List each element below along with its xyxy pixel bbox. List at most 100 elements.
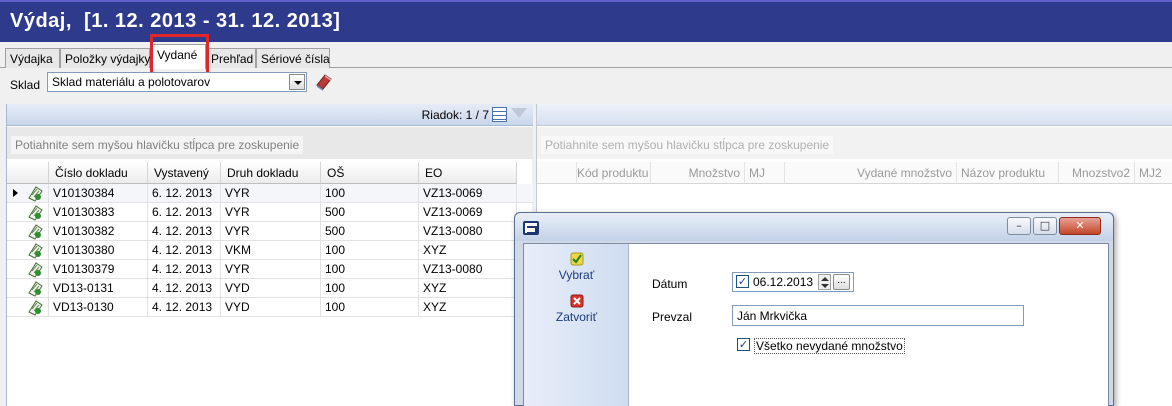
table-row[interactable]: V10130382 4. 12. 2013 VYR 500 VZ13-0080 [7,222,533,241]
table-row[interactable]: VD13-0130 4. 12. 2013 VYD 100 XYZ [7,298,533,317]
table-row[interactable]: V10130383 6. 12. 2013 VYR 500 VZ13-0069 [7,203,533,222]
app-icon [523,221,539,235]
column-header-mj[interactable]: MJ [745,162,785,184]
current-row-arrow-icon [13,189,18,197]
column-header-druh-dokladu[interactable]: Druh dokladu [221,162,321,184]
close-button[interactable]: ✕ [1059,217,1101,235]
cell-cislo-dokladu[interactable]: V10130380 [49,241,148,260]
grid-icon[interactable] [492,107,507,122]
close-circle-icon [570,294,583,308]
cell-cislo-dokladu[interactable]: VD13-0130 [49,298,148,317]
cell-os[interactable]: 100 [321,279,419,298]
cell-os[interactable]: 100 [321,184,419,203]
vydat-dialog: – □ ✕ Vybrať Zatvoriť Dátum ✓ 06.12.2013… [514,212,1114,406]
cell-os[interactable]: 500 [321,222,419,241]
table-row[interactable]: V10130379 4. 12. 2013 VYR 100 VZ13-0080 [7,260,533,279]
filter-icon[interactable] [511,108,527,118]
row-indicator [7,203,49,222]
column-header-vystaveny[interactable]: Vystavený [148,162,221,184]
tab-vydajka[interactable]: Výdajka [5,48,60,68]
vsetko-nevydane-checkbox[interactable]: ✓ [737,338,750,351]
cell-os[interactable]: 100 [321,241,419,260]
tab-seriove-cisla[interactable]: Sériové čísla [256,48,330,68]
cell-eo[interactable]: XYZ [419,241,517,260]
cell-os[interactable]: 100 [321,260,419,279]
cell-druh-dokladu[interactable]: VYR [221,260,321,279]
cell-cislo-dokladu[interactable]: V10130384 [49,184,148,203]
cell-eo[interactable]: VZ13-0069 [419,203,517,222]
vybrat-button[interactable]: Vybrať [524,252,629,282]
group-by-hint: Potiahnite sem myšou hlavičku stĺpca pre… [11,136,304,154]
tab-strip: Výdajka Položky výdajky Vydané Prehľad S… [0,44,1172,69]
cell-cislo-dokladu[interactable]: VD13-0131 [49,279,148,298]
tab-prehlad[interactable]: Prehľad [206,48,256,68]
cell-cislo-dokladu[interactable]: V10130379 [49,260,148,279]
zatvorit-button[interactable]: Zatvoriť [524,294,629,324]
cell-druh-dokladu[interactable]: VYR [221,203,321,222]
cell-vystaveny[interactable]: 6. 12. 2013 [148,184,221,203]
zatvorit-label: Zatvoriť [555,310,598,324]
dialog-title-bar[interactable]: – □ ✕ [515,213,1113,241]
cell-eo[interactable]: XYZ [419,298,517,317]
column-header-mj2[interactable]: MJ2 [1135,162,1172,184]
cell-os[interactable]: 500 [321,203,419,222]
table-row[interactable]: V10130384 6. 12. 2013 VYR 100 VZ13-0069 [7,184,533,203]
chevron-down-icon[interactable] [289,74,305,90]
items-grid-header [537,104,1172,126]
datum-ellipsis-button[interactable]: ... [833,274,850,290]
cell-vystaveny[interactable]: 4. 12. 2013 [148,222,221,241]
tab-vydane[interactable]: Vydané [152,44,206,69]
datum-checkbox[interactable]: ✓ [736,275,749,288]
check-icon [570,252,583,266]
tab-polozky-vydajky[interactable]: Položky výdajky [60,48,150,68]
cell-vystaveny[interactable]: 4. 12. 2013 [148,241,221,260]
cell-vystaveny[interactable]: 6. 12. 2013 [148,203,221,222]
cell-cislo-dokladu[interactable]: V10130382 [49,222,148,241]
column-header-indicator [7,162,49,184]
cell-os[interactable]: 100 [321,298,419,317]
row-indicator [7,279,49,298]
cell-eo[interactable]: XYZ [419,279,517,298]
column-header-os[interactable]: OŠ [321,162,419,184]
row-indicator [7,260,49,279]
column-header-kod-produktu[interactable]: Kód produktu [577,162,651,184]
minimize-button[interactable]: – [1007,217,1031,235]
row-indicator [7,241,49,260]
items-group-by-area[interactable]: Potiahnite sem myšou hlavičku stĺpca pre… [537,127,1172,159]
datum-spinner[interactable] [818,274,831,290]
row-indicator [7,298,49,317]
sklad-select-value: Sklad materiálu a polotovarov [52,75,211,89]
cell-eo[interactable]: VZ13-0080 [419,222,517,241]
column-header-eo[interactable]: EO [419,162,517,184]
cell-druh-dokladu[interactable]: VYD [221,279,321,298]
eraser-icon[interactable] [314,72,332,92]
column-header-nazov-produktu[interactable]: Názov produktu [957,162,1059,184]
sklad-select[interactable]: Sklad materiálu a polotovarov [47,72,307,92]
column-header-cislo-dokladu[interactable]: Číslo dokladu [49,162,148,184]
cell-vystaveny[interactable]: 4. 12. 2013 [148,298,221,317]
group-by-area[interactable]: Potiahnite sem myšou hlavičku stĺpca pre… [7,127,533,159]
maximize-button[interactable]: □ [1033,217,1057,235]
items-group-by-hint: Potiahnite sem myšou hlavičku stĺpca pre… [541,136,834,154]
vybrat-label: Vybrať [558,268,595,282]
column-header-mnozstvo2[interactable]: Mnozstvo2 [1059,162,1135,184]
cell-druh-dokladu[interactable]: VYR [221,222,321,241]
datum-picker[interactable]: ✓ 06.12.2013 ... [732,272,854,292]
cell-cislo-dokladu[interactable]: V10130383 [49,203,148,222]
column-header-vydane-mnozstvo[interactable]: Vydané množstvo [785,162,957,184]
cell-druh-dokladu[interactable]: VYR [221,184,321,203]
table-row[interactable]: VD13-0131 4. 12. 2013 VYD 100 XYZ [7,279,533,298]
cell-eo[interactable]: VZ13-0080 [419,260,517,279]
column-header-mnozstvo[interactable]: Množstvo [651,162,745,184]
items-column-indicator [537,162,577,184]
table-row[interactable]: V10130380 4. 12. 2013 VKM 100 XYZ [7,241,533,260]
cell-eo[interactable]: VZ13-0069 [419,184,517,203]
prevzal-field[interactable]: Ján Mrkvička [732,305,1024,326]
cell-vystaveny[interactable]: 4. 12. 2013 [148,279,221,298]
cell-vystaveny[interactable]: 4. 12. 2013 [148,260,221,279]
datum-label: Dátum [652,277,688,291]
vsetko-nevydane-label[interactable]: Všetko nevydané množstvo [754,338,905,354]
cell-druh-dokladu[interactable]: VYD [221,298,321,317]
cell-druh-dokladu[interactable]: VKM [221,241,321,260]
document-icon [28,205,43,221]
